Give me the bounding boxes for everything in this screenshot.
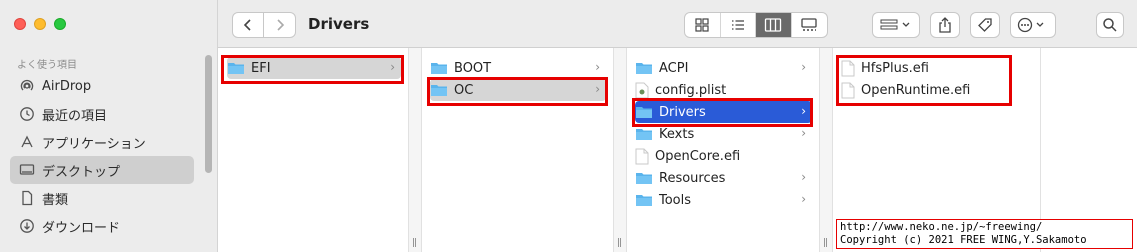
list-item-drivers[interactable]: Drivers › (635, 101, 812, 123)
sidebar-item-downloads[interactable]: ダウンロード (10, 212, 194, 240)
list-item-acpi[interactable]: ACPI › (635, 57, 812, 79)
columns-icon (765, 18, 782, 32)
sidebar-item-label: ダウンロード (42, 220, 121, 236)
apps-icon (18, 133, 36, 151)
search-button[interactable] (1096, 12, 1124, 38)
column-divider[interactable]: || (409, 48, 422, 252)
list-item-tools[interactable]: Tools › (635, 189, 812, 211)
sidebar-scrollbar[interactable] (205, 55, 212, 173)
column-efi: BOOT › OC › (422, 48, 614, 252)
sidebar-item-applications[interactable]: アプリケーション (10, 128, 194, 156)
resize-handle-icon: || (823, 238, 828, 248)
close-window-button[interactable] (14, 18, 26, 30)
search-icon (1103, 18, 1117, 32)
group-icon (880, 19, 910, 30)
column-divider[interactable]: || (820, 48, 833, 252)
file-icon (841, 82, 855, 98)
tag-icon (978, 18, 992, 32)
folder-icon (636, 107, 652, 118)
list-item-kexts[interactable]: Kexts › (635, 123, 812, 145)
column-divider[interactable]: || (614, 48, 627, 252)
plist-file-icon (635, 82, 649, 98)
list-item-efi[interactable]: EFI › (227, 57, 401, 79)
forward-button[interactable] (264, 12, 296, 38)
share-button[interactable] (930, 12, 960, 38)
view-icon-button[interactable] (685, 13, 721, 37)
chevron-right-icon: › (801, 104, 806, 118)
file-icon (841, 60, 855, 76)
toolbar: Drivers (218, 0, 1137, 48)
chevron-right-icon: › (801, 170, 806, 184)
sidebar-item-label: デスクトップ (42, 164, 121, 180)
file-icon (635, 148, 649, 164)
minimize-window-button[interactable] (34, 18, 46, 30)
list-item-config-plist[interactable]: config.plist (635, 79, 812, 101)
sidebar-item-label: AirDrop (42, 78, 92, 94)
window-title: Drivers (308, 15, 370, 33)
list-item-oc[interactable]: OC › (430, 79, 606, 101)
folder-icon (431, 85, 447, 96)
resize-handle-icon: || (617, 238, 622, 248)
chevron-right-icon: › (801, 126, 806, 140)
resize-handle-icon: || (412, 238, 417, 248)
sidebar-item-recents[interactable]: 最近の項目 (10, 100, 194, 128)
sidebar-item-documents[interactable]: 書類 (10, 184, 194, 212)
folder-icon (636, 173, 652, 184)
chevron-right-icon: › (390, 60, 395, 74)
list-item-openruntime-efi[interactable]: OpenRuntime.efi (841, 79, 1011, 101)
list-item-boot[interactable]: BOOT › (430, 57, 606, 79)
download-icon (18, 217, 36, 235)
list-item-opencore-efi[interactable]: OpenCore.efi (635, 145, 812, 167)
view-mode-switcher (684, 12, 828, 38)
back-button[interactable] (232, 12, 264, 38)
chevron-right-icon: › (595, 60, 600, 74)
sidebar-item-label: 最近の項目 (42, 108, 108, 124)
sidebar-item-desktop[interactable]: デスクトップ (10, 156, 194, 184)
folder-icon (636, 63, 652, 74)
folder-icon (431, 63, 447, 74)
document-icon (18, 189, 36, 207)
sidebar-item-label: 書類 (42, 192, 69, 208)
sidebar-item-airdrop[interactable]: AirDrop (10, 72, 194, 100)
list-item-hfsplus-efi[interactable]: HfsPlus.efi (841, 57, 1011, 79)
window-controls (14, 18, 66, 30)
sidebar: よく使う項目 AirDrop 最近の項目 アプリケーション デスクトップ 書類 … (0, 0, 218, 252)
folder-icon (636, 195, 652, 206)
sidebar-item-label: アプリケーション (42, 136, 146, 152)
folder-icon (636, 129, 652, 140)
column-efi-root: EFI › (219, 48, 409, 252)
folder-icon (228, 63, 244, 74)
chevron-right-icon (276, 19, 284, 31)
column-oc: ACPI › config.plist Drivers › Kexts › Op… (627, 48, 820, 252)
chevron-left-icon (243, 19, 251, 31)
copyright-caption: http://www.neko.ne.jp/~freewing/ Copyrig… (836, 219, 1133, 249)
desktop-icon (18, 161, 36, 179)
clock-icon (18, 105, 36, 123)
list-item-resources[interactable]: Resources › (635, 167, 812, 189)
view-list-button[interactable] (721, 13, 756, 37)
sidebar-section-favorites: よく使う項目 (17, 60, 77, 71)
copyright-text: Copyright (c) 2021 FREE WING,Y.Sakamoto (840, 234, 1087, 246)
chevron-right-icon: › (595, 82, 600, 96)
chevron-right-icon: › (801, 60, 806, 74)
chevron-right-icon: › (801, 192, 806, 206)
airdrop-icon (18, 77, 36, 95)
view-gallery-button[interactable] (792, 13, 827, 37)
tag-button[interactable] (970, 12, 1000, 38)
list-icon (731, 20, 744, 30)
action-menu-button[interactable] (1010, 12, 1056, 38)
grid-icon (695, 18, 709, 32)
sidebar-items: AirDrop 最近の項目 アプリケーション デスクトップ 書類 ダウンロード (10, 72, 194, 240)
view-columns-button[interactable] (756, 13, 792, 37)
ellipsis-circle-icon (1017, 17, 1044, 33)
maximize-window-button[interactable] (54, 18, 66, 30)
copyright-url: http://www.neko.ne.jp/~freewing/ (840, 221, 1043, 233)
gallery-icon (801, 18, 817, 31)
share-icon (939, 17, 951, 33)
group-button[interactable] (872, 12, 920, 38)
